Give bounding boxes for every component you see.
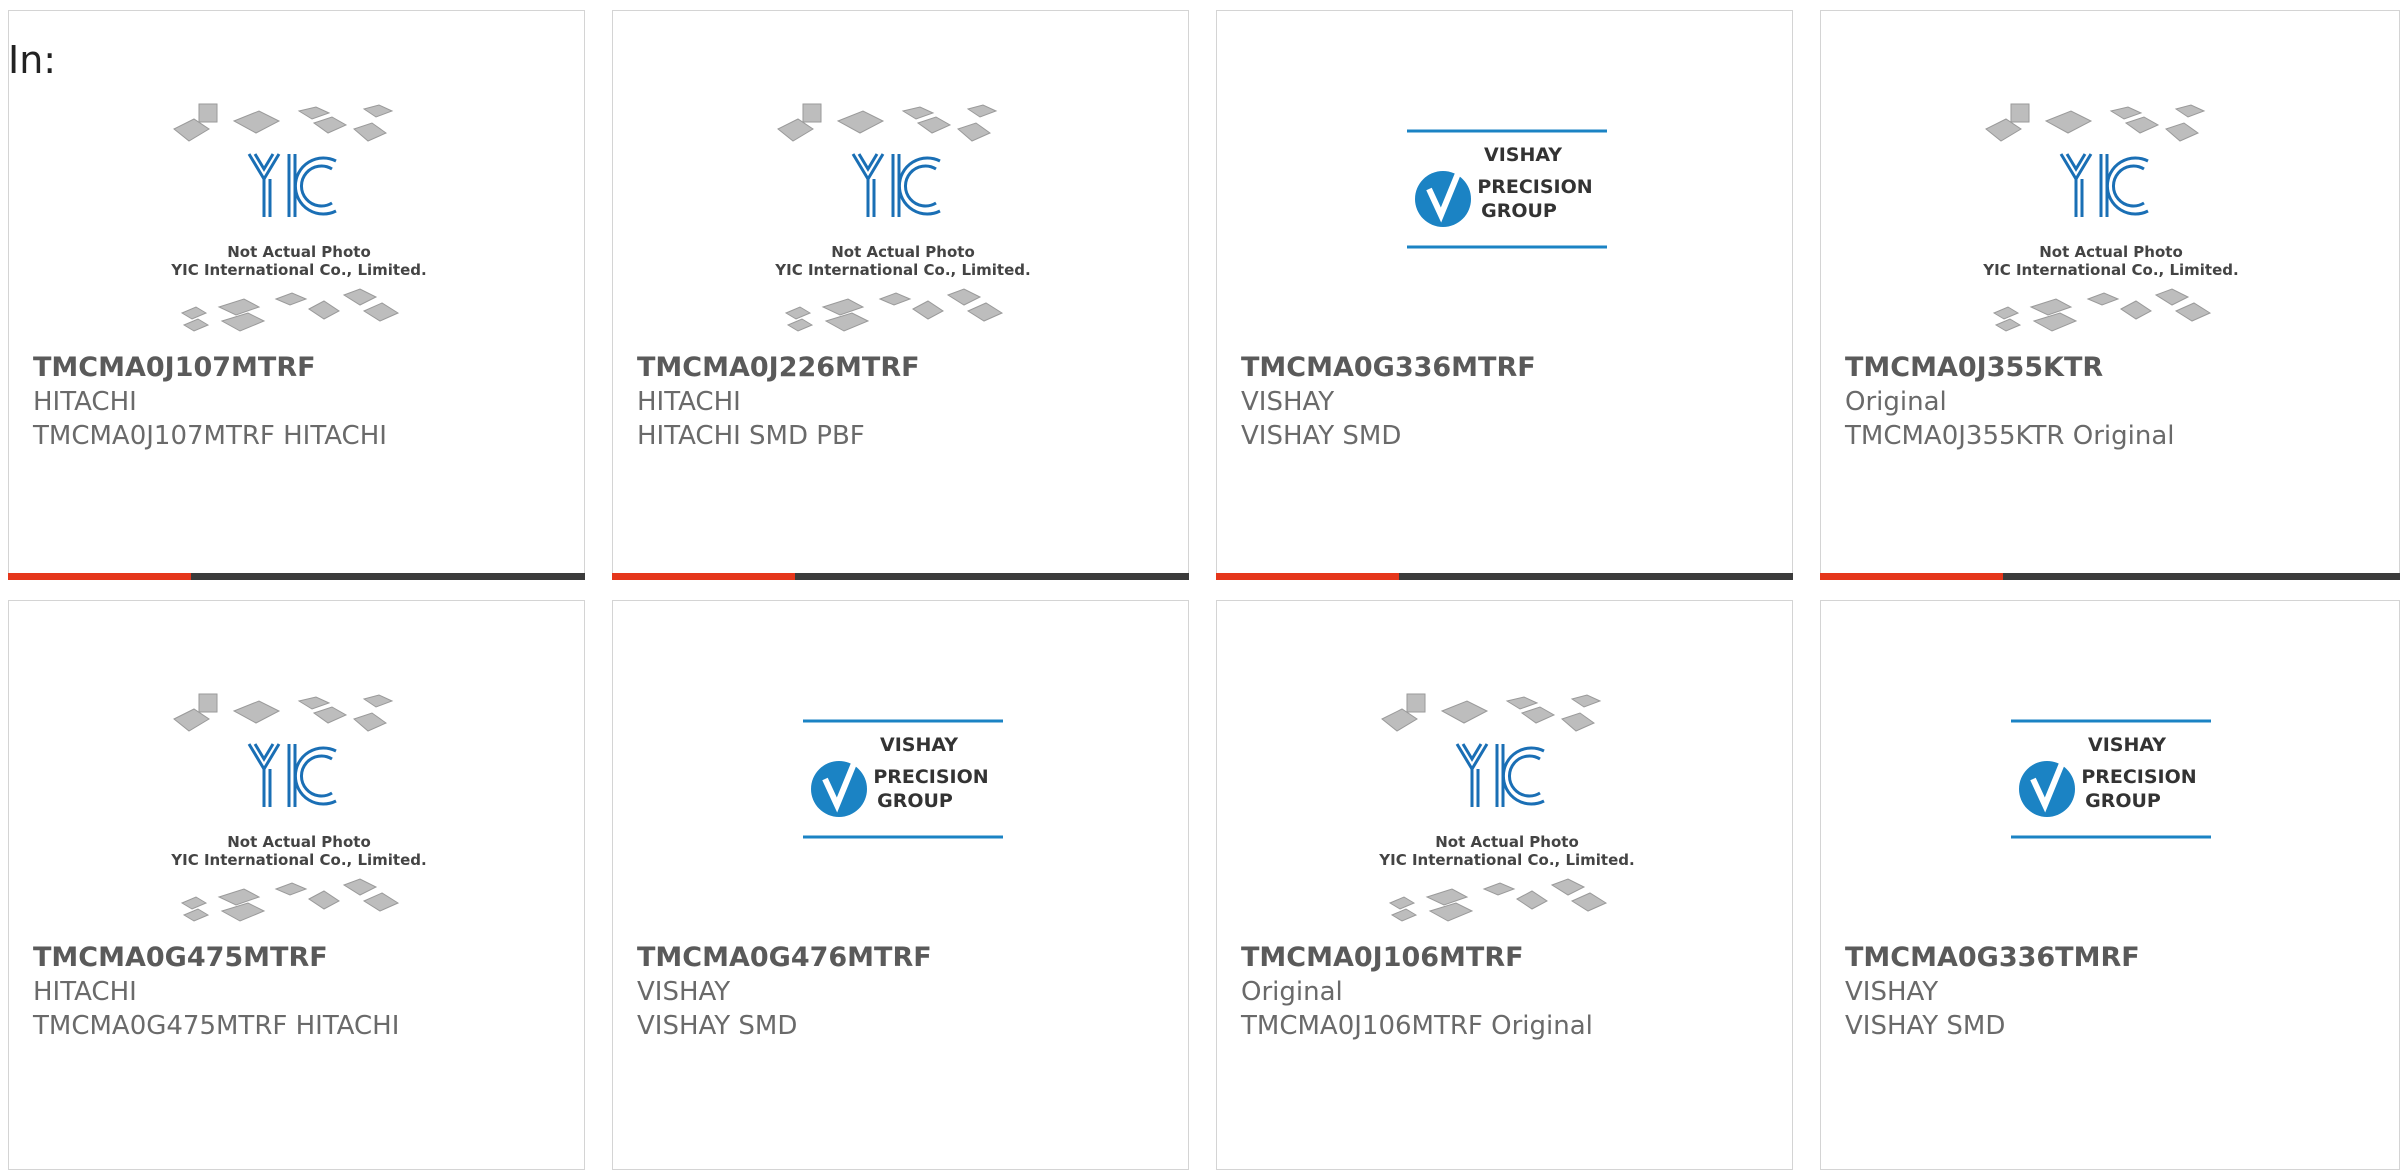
vishay-line1: VISHAY — [880, 734, 958, 756]
vishay-line2: PRECISION — [1477, 176, 1592, 198]
product-image[interactable]: VISHAY PRECISION GROUP — [1821, 601, 2399, 936]
placeholder-line2: YIC International Co., Limited. — [1378, 851, 1634, 869]
description: HITACHI SMD PBF — [637, 421, 865, 451]
vishay-line2: PRECISION — [873, 766, 988, 788]
filter-label: In: — [8, 38, 57, 82]
vishay-line3: GROUP — [877, 790, 953, 812]
placeholder-line2: YIC International Co., Limited. — [170, 851, 426, 869]
placeholder-line1: Not Actual Photo — [831, 243, 975, 261]
product-card[interactable]: Not Actual Photo YIC International Co., … — [8, 10, 585, 580]
manufacturer: VISHAY — [637, 977, 731, 1007]
description: TMCMA0G475MTRF HITACHI — [33, 1011, 400, 1041]
card-bottom-bar — [612, 573, 1189, 580]
placeholder-line1: Not Actual Photo — [2039, 243, 2183, 261]
description: VISHAY SMD — [637, 1011, 798, 1041]
product-image[interactable]: VISHAY PRECISION GROUP — [1217, 11, 1792, 346]
yic-placeholder-image: Not Actual Photo YIC International Co., … — [1372, 689, 1642, 939]
part-number[interactable]: TMCMA0G336MTRF — [1241, 351, 1772, 385]
product-card[interactable]: Not Actual Photo YIC International Co., … — [1216, 600, 1793, 1170]
manufacturer: Original — [1845, 387, 1947, 417]
product-card[interactable]: VISHAY PRECISION GROUP TMCMA0G336TMRF VI… — [1820, 600, 2400, 1170]
product-grid: Not Actual Photo YIC International Co., … — [0, 0, 2400, 1170]
product-image[interactable]: Not Actual Photo YIC International Co., … — [1821, 11, 2399, 346]
placeholder-line1: Not Actual Photo — [227, 833, 371, 851]
description: TMCMA0J106MTRF Original — [1241, 1011, 1593, 1041]
part-number[interactable]: TMCMA0G336TMRF — [1845, 941, 2379, 975]
manufacturer: HITACHI — [637, 387, 741, 417]
part-number[interactable]: TMCMA0G476MTRF — [637, 941, 1168, 975]
manufacturer: Original — [1241, 977, 1343, 1007]
placeholder-line2: YIC International Co., Limited. — [1982, 261, 2238, 279]
manufacturer: VISHAY — [1845, 977, 1939, 1007]
manufacturer: HITACHI — [33, 387, 137, 417]
part-number[interactable]: TMCMA0G475MTRF — [33, 941, 564, 975]
product-card[interactable]: Not Actual Photo YIC International Co., … — [612, 10, 1189, 580]
part-number[interactable]: TMCMA0J107MTRF — [33, 351, 564, 385]
part-number[interactable]: TMCMA0J355KTR — [1845, 351, 2379, 385]
product-card[interactable]: VISHAY PRECISION GROUP TMCMA0G336MTRF VI… — [1216, 10, 1793, 580]
card-bottom-bar — [1820, 573, 2400, 580]
yic-placeholder-image: Not Actual Photo YIC International Co., … — [164, 689, 434, 939]
manufacturer: VISHAY — [1241, 387, 1335, 417]
yic-placeholder-image: Not Actual Photo YIC International Co., … — [164, 99, 434, 349]
placeholder-line2: YIC International Co., Limited. — [170, 261, 426, 279]
vishay-logo-image: VISHAY PRECISION GROUP — [2009, 709, 2213, 843]
vishay-line3: GROUP — [1481, 200, 1557, 222]
card-bottom-bar — [1216, 573, 1793, 580]
vishay-logo-image: VISHAY PRECISION GROUP — [801, 709, 1005, 843]
yic-placeholder-image: Not Actual Photo YIC International Co., … — [768, 99, 1038, 349]
product-image[interactable]: Not Actual Photo YIC International Co., … — [1217, 601, 1792, 936]
product-card[interactable]: Not Actual Photo YIC International Co., … — [1820, 10, 2400, 580]
product-image[interactable]: Not Actual Photo YIC International Co., … — [613, 11, 1188, 346]
yic-placeholder-image: Not Actual Photo YIC International Co., … — [1976, 99, 2246, 349]
product-image[interactable]: Not Actual Photo YIC International Co., … — [9, 11, 584, 346]
vishay-line1: VISHAY — [2088, 734, 2166, 756]
description: VISHAY SMD — [1241, 421, 1402, 451]
product-card[interactable]: VISHAY PRECISION GROUP TMCMA0G476MTRF VI… — [612, 600, 1189, 1170]
description: TMCMA0J355KTR Original — [1845, 421, 2175, 451]
part-number[interactable]: TMCMA0J226MTRF — [637, 351, 1168, 385]
placeholder-line2: YIC International Co., Limited. — [774, 261, 1030, 279]
description: TMCMA0J107MTRF HITACHI — [33, 421, 387, 451]
vishay-line3: GROUP — [2085, 790, 2161, 812]
manufacturer: HITACHI — [33, 977, 137, 1007]
card-bottom-bar — [8, 573, 585, 580]
placeholder-line1: Not Actual Photo — [1435, 833, 1579, 851]
description: VISHAY SMD — [1845, 1011, 2006, 1041]
vishay-line2: PRECISION — [2081, 766, 2196, 788]
vishay-line1: VISHAY — [1484, 144, 1562, 166]
product-image[interactable]: Not Actual Photo YIC International Co., … — [9, 601, 584, 936]
part-number[interactable]: TMCMA0J106MTRF — [1241, 941, 1772, 975]
vishay-logo-image: VISHAY PRECISION GROUP — [1405, 119, 1609, 253]
product-card[interactable]: Not Actual Photo YIC International Co., … — [8, 600, 585, 1170]
placeholder-line1: Not Actual Photo — [227, 243, 371, 261]
product-image[interactable]: VISHAY PRECISION GROUP — [613, 601, 1188, 936]
